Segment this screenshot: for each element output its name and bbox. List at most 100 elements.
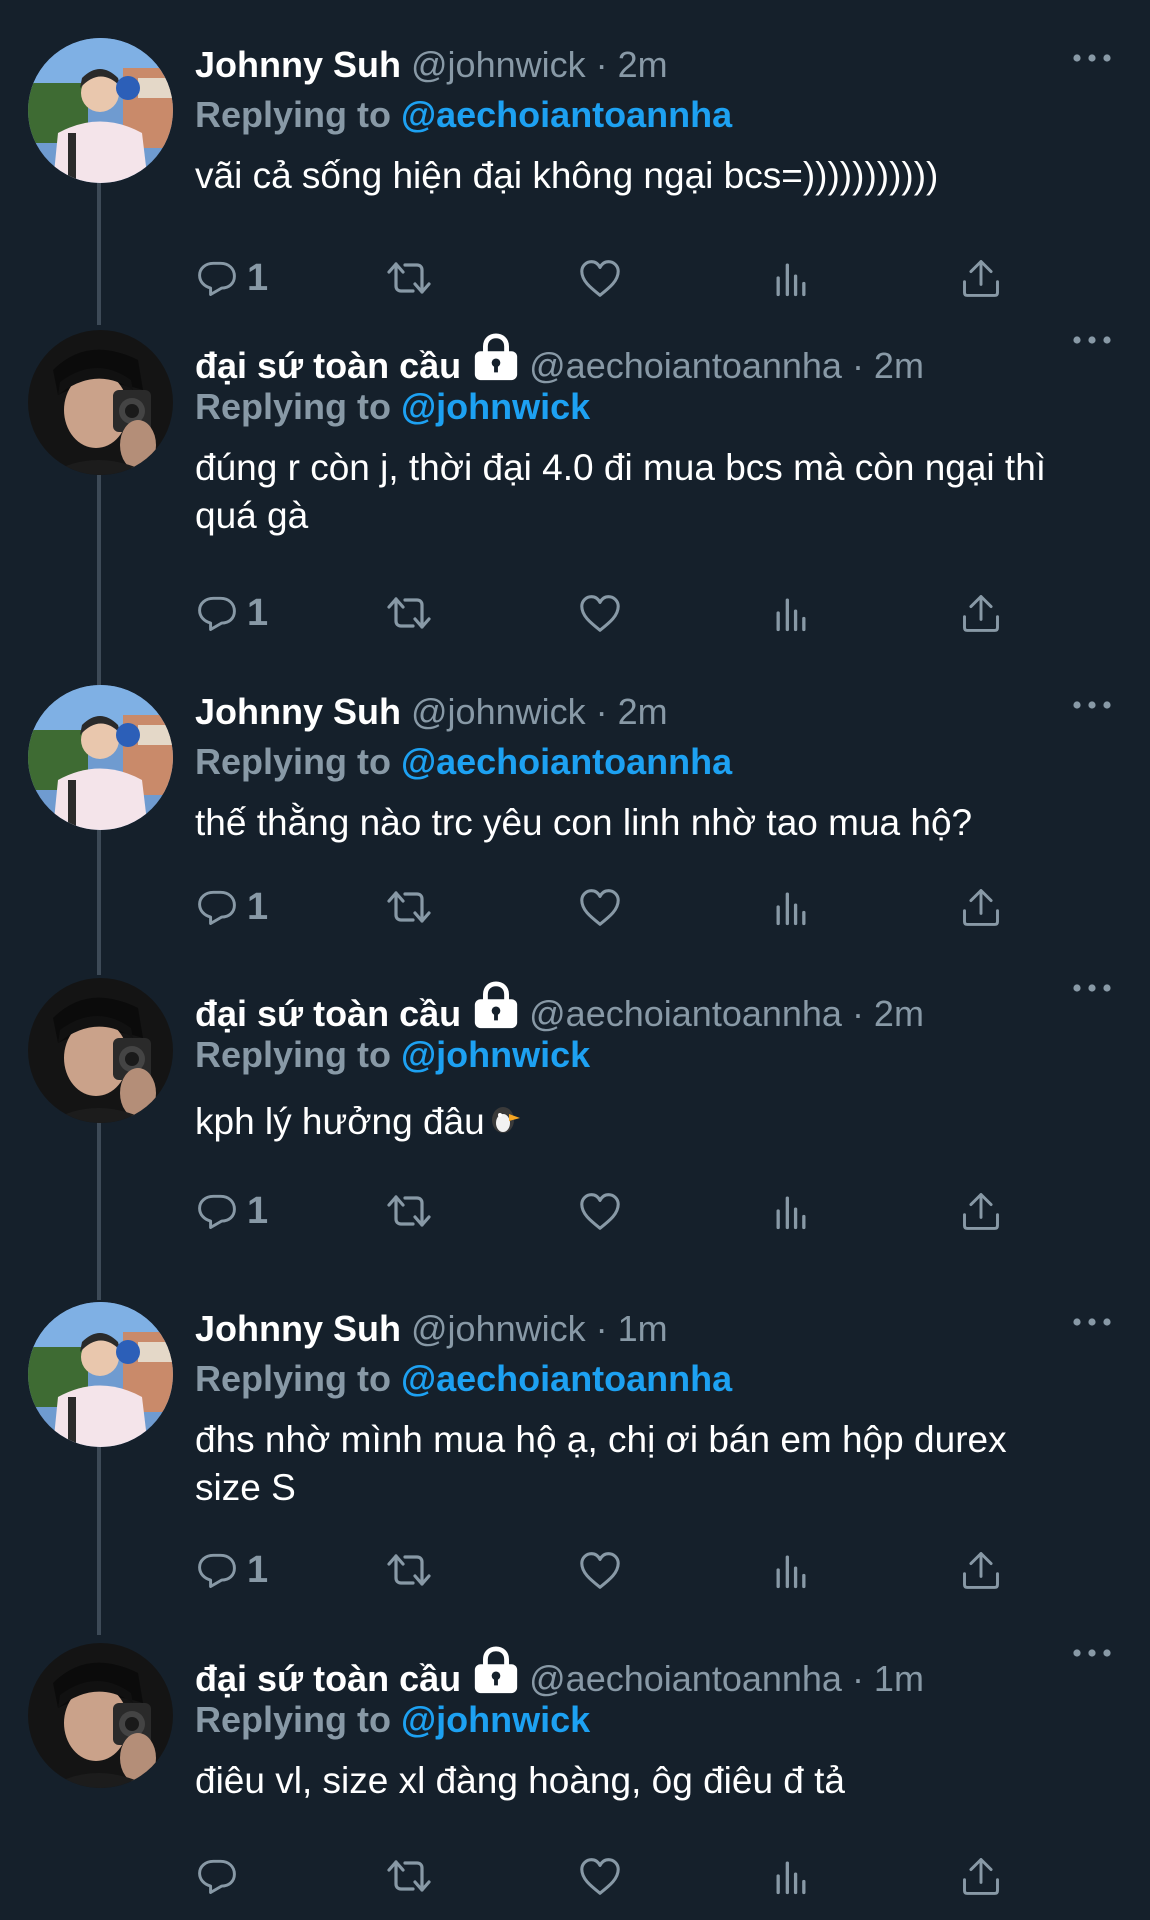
tweet-actions: 1 xyxy=(195,1186,1025,1236)
share-button[interactable] xyxy=(959,882,1003,932)
retweet-button[interactable] xyxy=(385,1186,433,1236)
tweet[interactable]: Johnny Suh @johnwick · 1m Replying to @a… xyxy=(0,1302,1150,1602)
handle-and-time: @johnwick · 1m xyxy=(411,1308,668,1349)
retweet-button[interactable] xyxy=(385,1545,433,1595)
tweet[interactable]: Johnny Suh @johnwick · 2m Replying to @a… xyxy=(0,685,1150,945)
display-name[interactable]: đại sứ toàn cầu xyxy=(195,345,461,386)
like-button[interactable] xyxy=(577,588,623,638)
reply-button[interactable]: 1 xyxy=(195,588,268,638)
emoji-icon xyxy=(491,1107,520,1133)
share-icon xyxy=(959,1854,1003,1898)
like-button[interactable] xyxy=(577,253,623,303)
retweet-button[interactable] xyxy=(385,588,433,638)
share-icon xyxy=(959,885,1003,929)
share-button[interactable] xyxy=(959,253,1003,303)
replying-to-label: Replying to xyxy=(195,1034,391,1075)
reply-button[interactable] xyxy=(195,1851,247,1901)
tweet-text: thế thằng nào trc yêu con linh nhờ tao m… xyxy=(195,802,973,843)
analytics-icon xyxy=(769,1189,813,1233)
handle-and-time: @aechoiantoannha · 1m xyxy=(529,1658,924,1699)
analytics-button[interactable] xyxy=(769,1186,813,1236)
handle-and-time: @aechoiantoannha · 2m xyxy=(529,993,924,1034)
display-name[interactable]: đại sứ toàn cầu xyxy=(195,1658,461,1699)
analytics-button[interactable] xyxy=(769,882,813,932)
reply-count: 1 xyxy=(247,591,269,634)
reply-button[interactable]: 1 xyxy=(195,1186,268,1236)
more-icon[interactable] xyxy=(1072,982,1112,994)
tweet[interactable]: đại sứ toàn cầu @aechoiantoannha · 2m Rep… xyxy=(0,330,1150,650)
replying-to-link[interactable]: @aechoiantoannha xyxy=(401,94,732,135)
more-icon[interactable] xyxy=(1072,1316,1112,1328)
like-button[interactable] xyxy=(577,1851,623,1901)
avatar[interactable] xyxy=(28,1643,173,1788)
analytics-icon xyxy=(769,1854,813,1898)
share-button[interactable] xyxy=(959,1545,1003,1595)
reply-count: 1 xyxy=(247,885,269,928)
replying-to-link[interactable]: @aechoiantoannha xyxy=(401,1358,732,1399)
retweet-icon xyxy=(385,883,433,931)
tweet-header: đại sứ toàn cầu @aechoiantoannha · 2m xyxy=(195,980,1110,1034)
heart-icon xyxy=(577,884,623,930)
tweet[interactable]: Johnny Suh @johnwick · 2m Replying to @a… xyxy=(0,38,1150,299)
handle-and-time: @johnwick · 2m xyxy=(411,44,668,85)
analytics-button[interactable] xyxy=(769,588,813,638)
display-name[interactable]: Johnny Suh xyxy=(195,691,401,732)
analytics-button[interactable] xyxy=(769,1545,813,1595)
lock-icon xyxy=(471,980,521,1030)
retweet-icon xyxy=(385,1187,433,1235)
tweet-header: đại sứ toàn cầu @aechoiantoannha · 1m xyxy=(195,1645,1110,1699)
replying-to-label: Replying to xyxy=(195,1699,391,1740)
tweet-actions: 1 xyxy=(195,1545,1025,1595)
tweet-text: đhs nhờ mình mua hộ ạ, chị ơi bán em hộp… xyxy=(195,1419,1007,1508)
like-button[interactable] xyxy=(577,1545,623,1595)
like-button[interactable] xyxy=(577,882,623,932)
replying-to: Replying to @aechoiantoannha xyxy=(195,90,732,140)
replying-to-link[interactable]: @aechoiantoannha xyxy=(401,741,732,782)
replying-to-link[interactable]: @johnwick xyxy=(401,386,590,427)
retweet-icon xyxy=(385,589,433,637)
reply-button[interactable]: 1 xyxy=(195,1545,268,1595)
tweet-actions xyxy=(195,1851,1025,1901)
avatar[interactable] xyxy=(28,38,173,183)
avatar[interactable] xyxy=(28,978,173,1123)
avatar[interactable] xyxy=(28,685,173,830)
tweet-header: Johnny Suh @johnwick · 1m xyxy=(195,1304,1110,1354)
lock-icon xyxy=(471,332,521,382)
reply-icon xyxy=(195,1189,239,1233)
replying-to-label: Replying to xyxy=(195,386,391,427)
display-name[interactable]: đại sứ toàn cầu xyxy=(195,993,461,1034)
reply-button[interactable]: 1 xyxy=(195,882,268,932)
replying-to-label: Replying to xyxy=(195,741,391,782)
avatar[interactable] xyxy=(28,330,173,475)
analytics-button[interactable] xyxy=(769,253,813,303)
display-name[interactable]: Johnny Suh xyxy=(195,1308,401,1349)
more-icon[interactable] xyxy=(1072,52,1112,64)
replying-to-link[interactable]: @johnwick xyxy=(401,1034,590,1075)
replying-to-link[interactable]: @johnwick xyxy=(401,1699,590,1740)
like-button[interactable] xyxy=(577,1186,623,1236)
reply-icon xyxy=(195,1548,239,1592)
handle-and-time: @johnwick · 2m xyxy=(411,691,668,732)
more-icon[interactable] xyxy=(1072,1647,1112,1659)
share-button[interactable] xyxy=(959,1851,1003,1901)
tweet[interactable]: đại sứ toàn cầu @aechoiantoannha · 1m Rep… xyxy=(0,1643,1150,1913)
share-button[interactable] xyxy=(959,1186,1003,1236)
replying-to: Replying to @johnwick xyxy=(195,1695,590,1745)
share-icon xyxy=(959,256,1003,300)
avatar[interactable] xyxy=(28,1302,173,1447)
more-icon[interactable] xyxy=(1072,334,1112,346)
handle-and-time: @aechoiantoannha · 2m xyxy=(529,345,924,386)
heart-icon xyxy=(577,1188,623,1234)
share-button[interactable] xyxy=(959,588,1003,638)
tweet[interactable]: đại sứ toàn cầu @aechoiantoannha · 2m Rep… xyxy=(0,978,1150,1268)
analytics-button[interactable] xyxy=(769,1851,813,1901)
analytics-icon xyxy=(769,885,813,929)
retweet-button[interactable] xyxy=(385,253,433,303)
more-icon[interactable] xyxy=(1072,699,1112,711)
tweet-header: Johnny Suh @johnwick · 2m xyxy=(195,40,1110,90)
retweet-button[interactable] xyxy=(385,882,433,932)
display-name[interactable]: Johnny Suh xyxy=(195,44,401,85)
reply-button[interactable]: 1 xyxy=(195,253,268,303)
tweet-text: đúng r còn j, thời đại 4.0 đi mua bcs mà… xyxy=(195,447,1047,536)
retweet-button[interactable] xyxy=(385,1851,433,1901)
